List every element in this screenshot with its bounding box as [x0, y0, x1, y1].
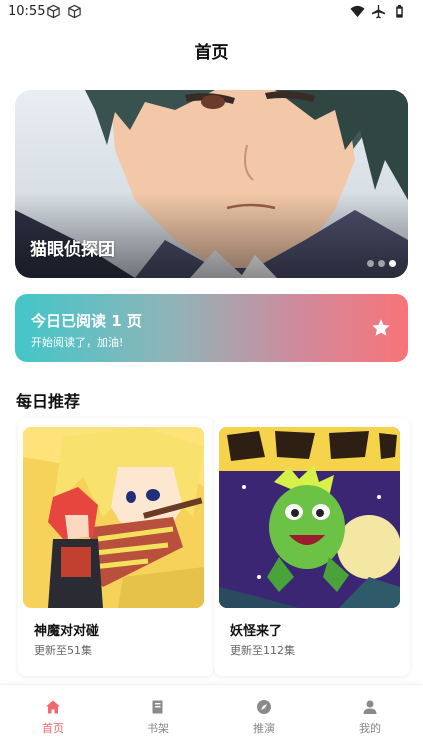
comic-update: 更新至51集: [34, 644, 92, 657]
cube-icon: [68, 4, 81, 19]
comic-title: 妖怪来了: [230, 624, 283, 639]
banner-pagination: [367, 260, 396, 267]
battery-icon: [396, 4, 403, 18]
nav-label: 书架: [147, 722, 169, 735]
nav-item-recommend[interactable]: 推演: [234, 699, 294, 736]
book-icon: [152, 700, 163, 714]
comic-title: 神魔对对碰: [34, 624, 100, 639]
comic-card[interactable]: 神魔对对碰 更新至51集: [18, 418, 214, 676]
nav-item-home[interactable]: 首页: [23, 699, 83, 736]
status-left-icons: [46, 4, 82, 19]
reading-progress-card[interactable]: 今日已阅读 1 页 开始阅读了，加油!: [15, 294, 408, 362]
comic-cover: [219, 427, 400, 608]
page-title: 首页: [194, 43, 229, 63]
status-right-icons: [350, 4, 407, 19]
wifi-icon: [350, 5, 365, 18]
comic-cover: [23, 427, 204, 608]
bottom-nav: 首页 书架 推演 我的: [0, 684, 423, 752]
section-title-daily-recommend: 每日推荐: [16, 392, 81, 411]
pagination-dot-active[interactable]: [389, 260, 396, 267]
recommend-list: 神魔对对碰 更新至51集 妖怪来了 更新至112集: [0, 418, 423, 678]
airplane-icon: [371, 4, 386, 19]
user-icon: [363, 700, 377, 714]
nav-label: 我的: [359, 722, 381, 735]
cube-icon: [47, 4, 60, 19]
pagination-dot[interactable]: [367, 260, 374, 267]
nav-item-bookshelf[interactable]: 书架: [128, 699, 188, 736]
status-time: 10:55: [8, 4, 46, 19]
comic-card[interactable]: 妖怪来了 更新至112集: [214, 418, 410, 676]
star-icon[interactable]: [370, 317, 392, 339]
reading-title: 今日已阅读 1 页: [31, 312, 142, 330]
reading-subtitle: 开始阅读了，加油!: [31, 336, 124, 349]
comic-update: 更新至112集: [230, 644, 295, 657]
status-bar: 10:55: [0, 0, 423, 24]
home-icon: [46, 700, 60, 714]
nav-item-mine[interactable]: 我的: [340, 699, 400, 736]
banner-title: 猫眼侦探团: [30, 240, 115, 260]
banner-carousel[interactable]: 猫眼侦探团: [15, 90, 408, 278]
pagination-dot[interactable]: [378, 260, 385, 267]
compass-icon: [257, 700, 271, 714]
nav-label: 推演: [253, 722, 275, 735]
nav-label: 首页: [42, 722, 64, 735]
